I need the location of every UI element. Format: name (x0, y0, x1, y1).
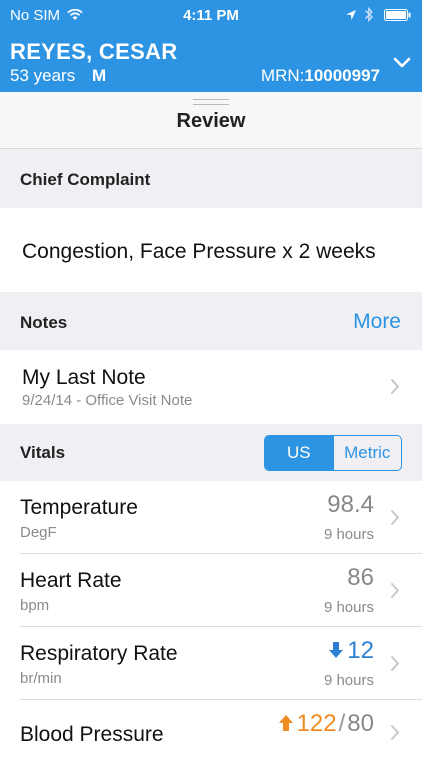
vital-row-temperature[interactable]: Temperature DegF 98.4 9 hours (0, 481, 422, 554)
vital-time: 9 hours (323, 599, 374, 616)
clock: 4:11 PM (183, 7, 239, 24)
chief-complaint-text: Congestion, Face Pressure x 2 weeks (22, 240, 376, 263)
notes-label: Notes (20, 313, 68, 332)
patient-mrn: MRN:10000997 (261, 66, 380, 86)
patient-header[interactable]: No SIM 4:11 PM REYES, CESAR 53 years M M… (0, 0, 422, 92)
drag-handle[interactable] (193, 99, 229, 105)
vital-value-systolic: 122 (296, 710, 337, 737)
vital-value: 86 (347, 564, 374, 591)
chevron-right-icon (391, 725, 399, 740)
vitals-label: Vitals (20, 443, 66, 462)
vital-value-with-trend: 122/80 (278, 710, 374, 738)
patient-age: 53 years (10, 66, 76, 85)
vital-value-with-trend: 12 (328, 637, 374, 665)
vital-row-blood-pressure[interactable]: Blood Pressure 122/80 (0, 700, 422, 773)
vital-time: 9 hours (323, 672, 374, 689)
vital-row-heart-rate[interactable]: Heart Rate bpm 86 9 hours (0, 554, 422, 627)
location-arrow-icon (346, 10, 356, 20)
vital-value-diastolic: 80 (347, 710, 374, 737)
vital-name: Temperature (20, 496, 138, 519)
vital-value: 98.4 (327, 491, 374, 518)
patient-name: REYES, CESAR (10, 39, 178, 64)
arrow-down-icon (329, 642, 344, 658)
more-notes-link[interactable]: More (353, 310, 401, 334)
chevron-right-icon (391, 656, 399, 671)
mrn-label: MRN: (260, 66, 305, 85)
vitals-header: Vitals US Metric (0, 424, 422, 481)
chevron-right-icon (391, 379, 399, 394)
chevron-right-icon (391, 583, 399, 598)
arrow-up-icon (278, 715, 293, 731)
page-title: Review (176, 110, 246, 132)
vital-unit: DegF (20, 524, 57, 541)
bluetooth-icon (365, 6, 373, 23)
vital-time: 9 hours (323, 526, 374, 543)
vital-name: Blood Pressure (20, 723, 164, 746)
last-note-subtitle: 9/24/14 - Office Visit Note (22, 392, 193, 409)
vital-name: Heart Rate (20, 569, 122, 592)
last-note-row[interactable]: My Last Note 9/24/14 - Office Visit Note (0, 350, 422, 424)
units-toggle[interactable]: US Metric (264, 435, 402, 471)
vital-row-respiratory-rate[interactable]: Respiratory Rate br/min 12 9 hours (0, 627, 422, 700)
vital-value: 12 (347, 637, 374, 664)
patient-sex: M (92, 66, 107, 85)
chief-complaint-label: Chief Complaint (20, 170, 151, 189)
chevron-right-icon (391, 510, 399, 525)
last-note-title: My Last Note (22, 366, 146, 389)
units-us-option[interactable]: US (265, 436, 333, 470)
chief-complaint-row: Congestion, Face Pressure x 2 weeks (0, 208, 422, 292)
vital-name: Respiratory Rate (20, 642, 178, 665)
chief-complaint-header: Chief Complaint (0, 149, 422, 208)
vital-unit: br/min (20, 670, 62, 687)
vital-unit: bpm (20, 597, 50, 614)
mrn-value: 10000997 (304, 66, 380, 85)
value-separator: / (338, 710, 346, 737)
battery-icon (384, 9, 411, 21)
chevron-down-icon[interactable] (392, 56, 412, 70)
status-bar: No SIM 4:11 PM (0, 0, 422, 30)
review-bar: Review (0, 92, 422, 149)
notes-header: Notes More (0, 292, 422, 350)
units-metric-option[interactable]: Metric (332, 436, 402, 470)
